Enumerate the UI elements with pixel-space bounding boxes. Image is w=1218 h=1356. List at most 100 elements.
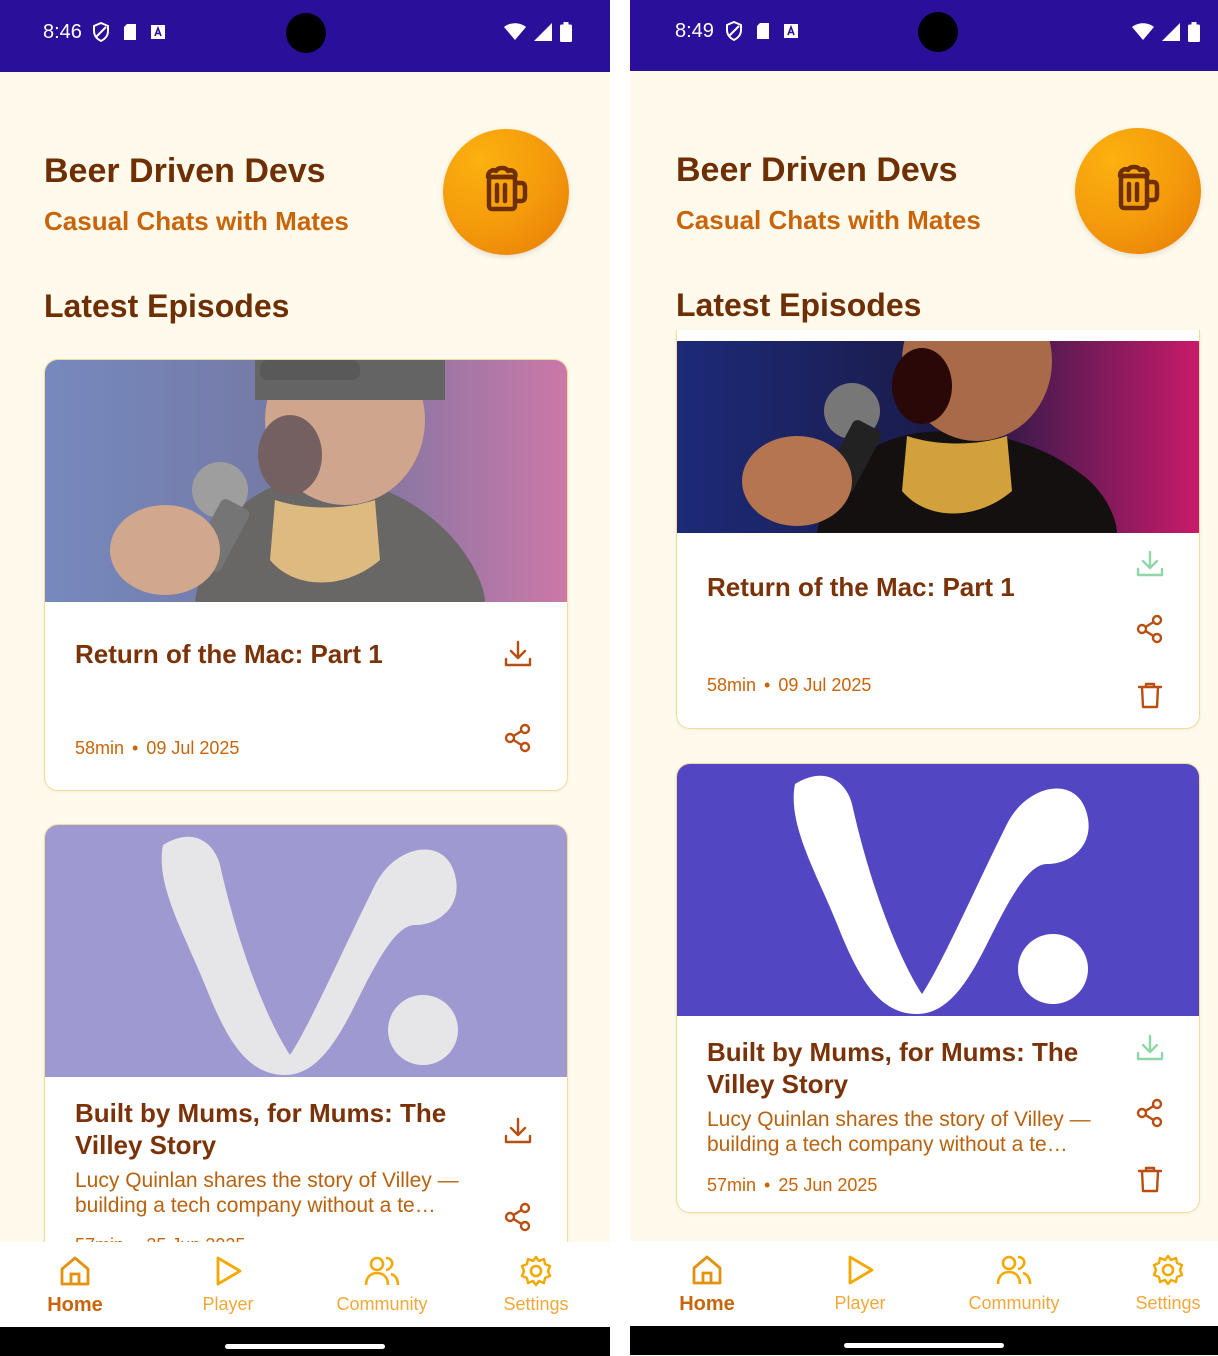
- meta-separator-dot: •: [132, 738, 139, 758]
- share-button[interactable]: [1132, 613, 1168, 649]
- nav-community[interactable]: Community: [959, 1241, 1069, 1326]
- episode-artwork-image: [677, 764, 1199, 1016]
- section-title: Latest Episodes: [44, 288, 290, 324]
- gear-icon: [519, 1254, 553, 1290]
- download-button[interactable]: [500, 1115, 536, 1151]
- nav-label: Community: [968, 1293, 1060, 1313]
- logo-button[interactable]: [443, 129, 569, 255]
- battery-icon: [1188, 22, 1200, 42]
- meta-separator-dot: •: [764, 675, 771, 695]
- episode-title: Built by Mums, for Mums: The Villey Stor…: [75, 1098, 447, 1160]
- delete-button[interactable]: [1132, 1163, 1168, 1199]
- share-icon: [1135, 614, 1165, 649]
- phone-screen-right: 8:49 Beer Driven Devs Casual Chats with …: [630, 0, 1218, 1356]
- episode-title: Return of the Mac: Part 1: [75, 639, 383, 669]
- episode-date: 09 Jul 2025: [146, 738, 240, 758]
- nav-player[interactable]: Player: [173, 1242, 283, 1327]
- nav-label: Player: [834, 1293, 886, 1313]
- episode-artwork-image: [45, 825, 567, 1077]
- download-button[interactable]: [1132, 1032, 1168, 1068]
- share-button[interactable]: [500, 722, 536, 758]
- phone-screen-left: 8:46 Beer Driven Devs Casual Chats with …: [0, 0, 610, 1356]
- nav-community[interactable]: Community: [327, 1242, 437, 1327]
- status-bar: 8:46: [0, 0, 610, 72]
- episode-date: 09 Jul 2025: [778, 675, 872, 695]
- episode-card[interactable]: Return of the Mac: Part 1 58min • 09 Jul 2…: [676, 330, 1200, 729]
- nav-settings[interactable]: Settings: [1113, 1241, 1218, 1326]
- nav-label: Player: [202, 1294, 254, 1314]
- nav-label: Home: [47, 1294, 103, 1316]
- episode-artwork-image: [45, 360, 567, 602]
- episode-date: 25 Jun 2025: [778, 1175, 878, 1195]
- share-icon: [503, 1202, 533, 1237]
- download-icon: [503, 639, 533, 674]
- image-fade-overlay: [45, 360, 567, 602]
- app-title: Beer Driven Devs: [44, 152, 326, 190]
- episode-artwork-image: [677, 330, 1199, 533]
- nav-label: Home: [679, 1293, 735, 1315]
- share-icon: [503, 723, 533, 758]
- beer-mug-icon: [1111, 162, 1165, 221]
- episode-card[interactable]: Built by Mums, for Mums: The Villey Stor…: [44, 824, 568, 1286]
- episode-meta: 57min • 25 Jun 2025: [707, 1175, 877, 1196]
- gesture-handle[interactable]: [844, 1343, 1004, 1348]
- share-button[interactable]: [500, 1201, 536, 1237]
- wifi-icon: [504, 23, 526, 41]
- download-button[interactable]: [1132, 548, 1168, 584]
- nav-player[interactable]: Player: [805, 1241, 915, 1326]
- text-a-icon: [150, 24, 166, 40]
- episode-title: Built by Mums, for Mums: The Villey Stor…: [707, 1037, 1079, 1099]
- episode-duration: 58min: [707, 675, 757, 695]
- share-button[interactable]: [1132, 1097, 1168, 1133]
- nav-label: Settings: [1135, 1293, 1201, 1313]
- bottom-navigation: Home Player Community Settings: [630, 1241, 1218, 1326]
- beer-mug-icon: [479, 163, 533, 222]
- trash-icon: [1135, 1164, 1165, 1199]
- shield-icon: [725, 21, 743, 41]
- episode-meta: 58min • 09 Jul 2025: [707, 675, 871, 696]
- episode-duration: 58min: [75, 738, 125, 758]
- camera-cutout: [286, 13, 326, 53]
- battery-icon: [560, 22, 572, 42]
- share-icon: [1135, 1098, 1165, 1133]
- nav-home[interactable]: Home: [20, 1242, 130, 1327]
- nav-home[interactable]: Home: [652, 1241, 762, 1326]
- app-subtitle: Casual Chats with Mates: [676, 205, 981, 235]
- delete-button[interactable]: [1132, 679, 1168, 715]
- episode-description: Lucy Quinlan shares the story of Villey …: [707, 1108, 1091, 1156]
- nav-settings[interactable]: Settings: [481, 1242, 591, 1327]
- download-icon: [1135, 1033, 1165, 1068]
- wifi-icon: [1132, 23, 1154, 41]
- community-icon: [996, 1253, 1032, 1289]
- home-icon: [58, 1254, 92, 1290]
- system-gesture-bar: [0, 1327, 610, 1356]
- bottom-navigation: Home Player Community Settings: [0, 1242, 610, 1327]
- sd-card-icon: [122, 23, 138, 41]
- download-icon: [1135, 549, 1165, 584]
- nav-label: Community: [336, 1294, 428, 1314]
- episode-title: Return of the Mac: Part 1: [707, 572, 1015, 602]
- gesture-handle[interactable]: [225, 1344, 385, 1349]
- status-time: 8:49: [675, 20, 714, 42]
- text-a-icon: [783, 23, 799, 39]
- signal-icon: [1162, 23, 1180, 41]
- download-button[interactable]: [500, 638, 536, 674]
- trash-icon: [1135, 680, 1165, 715]
- sd-card-icon: [755, 22, 771, 40]
- gear-icon: [1151, 1253, 1185, 1289]
- status-bar: 8:49: [630, 0, 1218, 71]
- download-icon: [503, 1116, 533, 1151]
- status-time: 8:46: [43, 21, 82, 43]
- meta-separator-dot: •: [764, 1175, 771, 1195]
- episode-meta: 58min • 09 Jul 2025: [75, 738, 239, 759]
- app-subtitle: Casual Chats with Mates: [44, 206, 349, 236]
- play-icon: [211, 1254, 245, 1290]
- logo-button[interactable]: [1075, 128, 1201, 254]
- community-icon: [364, 1254, 400, 1290]
- episode-card[interactable]: Return of the Mac: Part 1 58min • 09 Jul 2…: [44, 359, 568, 791]
- system-gesture-bar: [630, 1326, 1218, 1355]
- episode-duration: 57min: [707, 1175, 757, 1195]
- home-icon: [690, 1253, 724, 1289]
- episode-card[interactable]: Built by Mums, for Mums: The Villey Stor…: [676, 763, 1200, 1213]
- signal-icon: [534, 23, 552, 41]
